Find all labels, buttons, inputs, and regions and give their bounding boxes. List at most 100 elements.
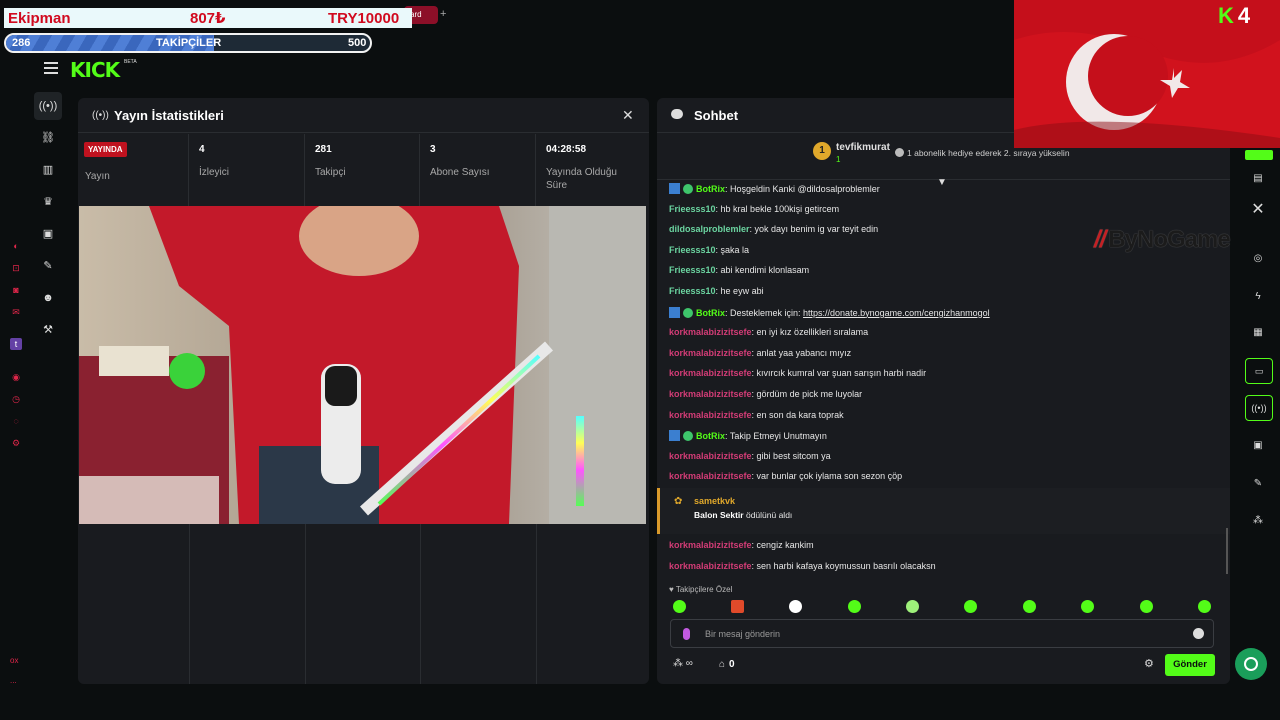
chat-username[interactable]: korkmalabizizitsefe — [669, 410, 752, 420]
target-icon[interactable]: ◉ — [10, 371, 22, 383]
chat-scrollbar[interactable] — [1226, 528, 1228, 574]
kick-logo[interactable]: KICK — [70, 58, 120, 82]
chat-username[interactable]: korkmalabizizitsefe — [669, 389, 752, 399]
chat-username[interactable]: BotRix — [696, 308, 725, 318]
camera-icon[interactable]: ◙ — [10, 284, 22, 296]
donation-link[interactable]: https://donate.bynogame.com/cengizhanmog… — [803, 308, 990, 318]
bag-icon[interactable]: ⊡ — [10, 262, 22, 274]
chat-message: korkmalabizizitsefe: gördüm de pick me l… — [669, 389, 862, 399]
k4-mark: K — [1218, 3, 1234, 28]
emote-icon[interactable] — [673, 600, 686, 613]
top-gifter-username[interactable]: tevfikmurat — [836, 142, 890, 153]
chat-message: korkmalabizizitsefe: anlat yaa yabancı m… — [669, 348, 851, 358]
store-points[interactable]: ⌂ 0 — [719, 659, 735, 670]
chat-message: korkmalabizizitsefe: en iyi kız özellikl… — [669, 327, 868, 337]
palette-icon[interactable]: ◐ — [10, 240, 22, 252]
stat-uptime: 04:28:58 Yayında Olduğu Süre — [536, 134, 649, 206]
emote-icon[interactable] — [1198, 600, 1211, 613]
microphone-icon[interactable] — [683, 628, 690, 640]
chat-message-text: : gördüm de pick me luyolar — [751, 389, 863, 399]
emoji-icon[interactable] — [1193, 628, 1204, 639]
chat-input[interactable]: Bir mesaj gönderin — [670, 619, 1214, 648]
chat-title: Sohbet — [694, 108, 739, 123]
chat-username[interactable]: BotRix — [696, 431, 725, 441]
send-button[interactable]: Gönder — [1165, 654, 1215, 676]
chat-bubble-icon[interactable]: ◌ — [10, 415, 22, 427]
bot-badge-icon — [669, 306, 680, 318]
chat-bubble-icon — [671, 109, 683, 119]
chat-username[interactable]: korkmalabizizitsefe — [669, 348, 752, 358]
emote-icon[interactable] — [1023, 600, 1036, 613]
help-button[interactable] — [1235, 648, 1267, 680]
stat-live: YAYINDA Yayın — [78, 134, 189, 206]
chat-username[interactable]: Frieesss10 — [669, 265, 716, 275]
reward-redemption: ✿ sametkvk Balon Sektir ödülünü aldı — [657, 488, 1230, 534]
bynogame-logo-text: ByNoGame — [1108, 226, 1230, 253]
chat-username[interactable]: korkmalabizizitsefe — [669, 368, 752, 378]
chat-username[interactable]: Frieesss10 — [669, 245, 716, 255]
chat-username[interactable]: korkmalabizizitsefe — [669, 327, 752, 337]
emote-bar — [673, 600, 1213, 616]
live-badge: YAYINDA — [84, 142, 127, 157]
chat-message-text: : en iyi kız özellikleri sıralama — [751, 327, 869, 338]
dashboard-nav: ((•)) ⛓ ▥ ♛ ▣ ✎ ☻ ⚒ — [34, 90, 62, 340]
chat-message: Frieesss10: he eyw abi — [669, 286, 764, 296]
wrench-icon[interactable]: ✎ — [1250, 476, 1266, 492]
clips-icon[interactable]: ▣ — [34, 220, 62, 248]
trophy-icon[interactable]: ♛ — [34, 188, 62, 216]
mail-icon[interactable]: ✉ — [10, 306, 22, 318]
close-icon[interactable]: ✕ — [622, 107, 634, 124]
stream-preview-video[interactable] — [79, 206, 646, 524]
chevron-down-icon[interactable]: ▼ — [937, 177, 947, 188]
close-icon[interactable]: ✕ — [1250, 202, 1266, 218]
chart-icon[interactable]: ▥ — [34, 156, 62, 184]
hamburger-menu-icon[interactable] — [44, 62, 58, 74]
emote-icon[interactable] — [1140, 600, 1153, 613]
twitch-icon[interactable]: t — [10, 338, 22, 350]
chat-username[interactable]: Frieesss10 — [669, 286, 716, 296]
chat-message-text: : cengiz kankim — [751, 540, 814, 550]
rail-footer-dots: ... — [10, 676, 17, 685]
grid-divider — [189, 524, 190, 684]
emote-icon[interactable] — [848, 600, 861, 613]
emote-icon[interactable] — [731, 600, 744, 613]
bynogame-logo: //ByNoGame — [1094, 226, 1231, 254]
doc-icon[interactable]: ▦ — [1250, 325, 1266, 341]
verified-badge-icon — [683, 431, 693, 442]
channel-points[interactable]: ⁂ ∞ — [673, 658, 693, 669]
users-icon[interactable]: ☻ — [34, 284, 62, 312]
stat-label: Abone Sayısı — [430, 167, 490, 178]
chat-username[interactable]: korkmalabizizitsefe — [669, 561, 752, 571]
broadcast-icon[interactable]: ((•)) — [34, 92, 62, 120]
cam-icon[interactable]: ◎ — [1250, 251, 1266, 267]
new-tab-button[interactable]: + — [440, 8, 446, 20]
emote-icon[interactable] — [1081, 600, 1094, 613]
nodes-icon[interactable]: ⁂ — [1250, 513, 1266, 529]
chat-username[interactable]: BotRix — [696, 184, 725, 194]
emote-icon[interactable] — [964, 600, 977, 613]
stat-label: Yayın — [85, 171, 110, 182]
chat-icon[interactable]: ▭ — [1245, 358, 1273, 384]
reward-username[interactable]: sametkvk — [694, 496, 735, 506]
bolt-icon[interactable]: ϟ — [1250, 289, 1266, 305]
broadcast-icon[interactable]: ((•)) — [1245, 395, 1273, 421]
mod-icon[interactable]: ⚒ — [34, 316, 62, 344]
wrench-icon[interactable]: ✎ — [34, 252, 62, 280]
chat-message-text: : gibi best sitcom ya — [751, 450, 831, 461]
chat-settings-icon[interactable]: ⚙ — [1144, 657, 1154, 670]
chat-input-placeholder: Bir mesaj gönderin — [705, 629, 781, 639]
rail-footer-text: ox — [10, 656, 19, 665]
emote-icon[interactable] — [789, 600, 802, 613]
chat-username[interactable]: korkmalabizizitsefe — [669, 451, 752, 461]
chat-username[interactable]: korkmalabizizitsefe — [669, 540, 752, 550]
chat-username[interactable]: Frieesss10 — [669, 204, 716, 214]
chat-username[interactable]: dildosalproblemler — [669, 224, 750, 234]
link-icon[interactable]: ⛓ — [34, 124, 62, 152]
emote-icon[interactable] — [906, 600, 919, 613]
settings-icon[interactable]: ⚙ — [10, 437, 22, 449]
chat-username[interactable]: korkmalabizizitsefe — [669, 471, 752, 481]
layout-icon[interactable]: ▤ — [1250, 171, 1266, 187]
stat-label: Takipçi — [315, 167, 346, 178]
stream-icon[interactable]: ▣ — [1250, 438, 1266, 454]
clock-icon[interactable]: ◷ — [10, 393, 22, 405]
